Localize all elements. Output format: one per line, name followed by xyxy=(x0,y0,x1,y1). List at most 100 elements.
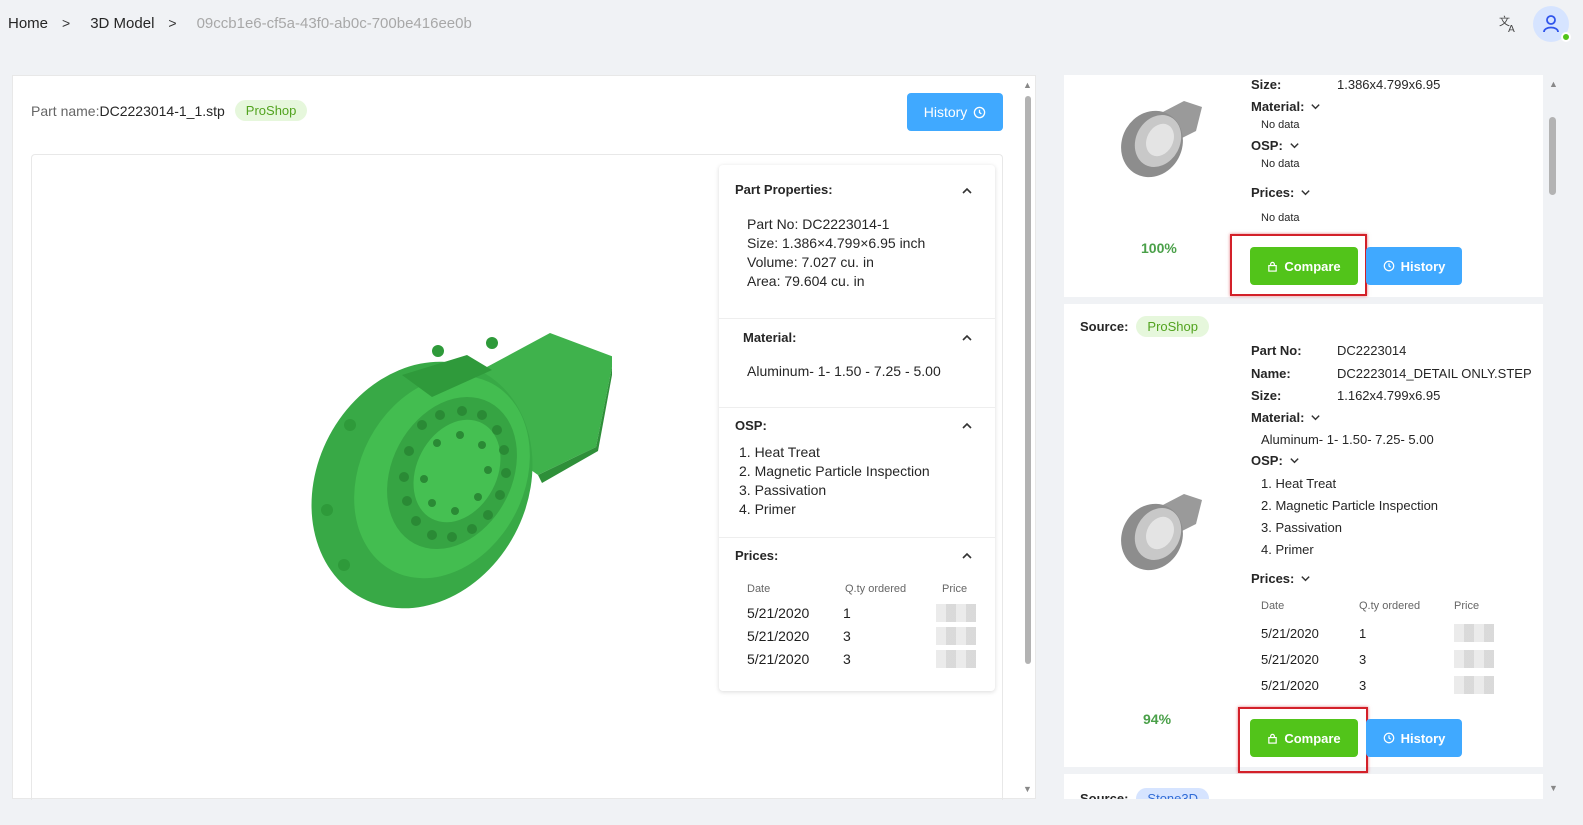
table-row: 5/21/2020 3 xyxy=(747,627,987,645)
chevron-down-icon[interactable] xyxy=(1310,412,1321,423)
3d-model-render[interactable] xyxy=(292,315,612,615)
price-table-header: Date Q.ty ordered Price xyxy=(747,583,987,595)
osp-title: OSP: xyxy=(735,418,767,433)
history-label: History xyxy=(1400,730,1446,746)
scroll-up-icon[interactable]: ▲ xyxy=(1023,80,1032,90)
chevron-down-icon[interactable] xyxy=(1300,187,1311,198)
table-row: 5/21/2020 1 xyxy=(1261,624,1501,642)
history-icon xyxy=(1383,732,1394,744)
scroll-down-icon[interactable]: ▼ xyxy=(1549,783,1558,793)
compare-button[interactable]: Compare xyxy=(1250,719,1358,757)
match-percent: 94% xyxy=(1143,711,1172,727)
model-panel: Part name: DC2223014-1_1.stp ProShop His… xyxy=(12,75,1036,800)
scroll-up-icon[interactable]: ▲ xyxy=(1549,79,1558,89)
breadcrumb-home[interactable]: Home xyxy=(8,15,48,32)
material-label: Material: xyxy=(1251,410,1305,425)
price-qty: 3 xyxy=(843,628,851,644)
chevron-up-icon[interactable] xyxy=(961,420,973,432)
part-no: Part No: DC2223014-1 xyxy=(747,216,890,232)
results-panel: Size: 1.386x4.799x6.95 Material: No data… xyxy=(1064,75,1543,799)
history-button[interactable]: History xyxy=(907,93,1003,131)
osp-item: 1. Heat Treat xyxy=(739,444,820,460)
history-button[interactable]: History xyxy=(1366,719,1462,757)
table-row: 5/21/2020 3 xyxy=(747,650,987,668)
material-title: Material: xyxy=(743,330,797,345)
compare-label: Compare xyxy=(1284,258,1341,274)
osp-row[interactable]: OSP: xyxy=(1251,453,1337,468)
part-properties-body: Part No: DC2223014-1 Size: 1.386×4.799×6… xyxy=(747,215,925,291)
col-date: Date xyxy=(1261,600,1285,612)
scroll-thumb[interactable] xyxy=(1025,96,1031,664)
chevron-down-icon[interactable] xyxy=(1300,573,1311,584)
price-table: Date Q.ty ordered Price 5/21/2020 1 5/21… xyxy=(747,583,987,668)
chevron-up-icon[interactable] xyxy=(961,185,973,197)
compare-button[interactable]: Compare xyxy=(1250,247,1358,285)
compare-label: Compare xyxy=(1284,730,1341,746)
price-qty: 3 xyxy=(1359,651,1367,667)
chevron-up-icon[interactable] xyxy=(961,550,973,562)
table-row: 5/21/2020 3 xyxy=(1261,650,1501,668)
user-icon xyxy=(1543,15,1559,33)
result-card: Size: 1.386x4.799x6.95 Material: No data… xyxy=(1064,75,1543,297)
avatar[interactable] xyxy=(1533,6,1571,42)
part-thumbnail[interactable] xyxy=(1114,89,1204,179)
table-row: 5/21/2020 3 xyxy=(1261,676,1501,694)
price-date: 5/21/2020 xyxy=(1261,625,1319,641)
3d-viewer[interactable]: Part Properties: Part No: DC2223014-1 Si… xyxy=(31,154,1003,800)
scroll-down-icon[interactable]: ▼ xyxy=(1023,784,1032,794)
price-hidden xyxy=(1454,676,1494,694)
col-qty: Q.ty ordered xyxy=(1359,600,1421,612)
size-label: Size: xyxy=(1251,388,1282,403)
material-row[interactable]: Material: xyxy=(1251,99,1337,114)
chevron-right-icon: > xyxy=(62,15,71,31)
material-label: Material: xyxy=(1251,99,1305,114)
prices-row[interactable]: Prices: xyxy=(1251,571,1337,586)
osp-item: 2. Magnetic Particle Inspection xyxy=(1261,498,1439,513)
part-name-label: Part name: xyxy=(31,102,100,119)
size-row: Size: 1.162x4.799x6.95 xyxy=(1251,388,1440,403)
prices-label: Prices: xyxy=(1251,185,1295,200)
top-icons: 文A xyxy=(1497,6,1571,42)
col-date: Date xyxy=(747,583,771,595)
history-button[interactable]: History xyxy=(1366,247,1462,285)
osp-item: 4. Primer xyxy=(1261,542,1314,557)
chevron-up-icon[interactable] xyxy=(961,332,973,344)
chevron-down-icon[interactable] xyxy=(1289,140,1300,151)
price-date: 5/21/2020 xyxy=(747,628,810,644)
part-properties-panel: Part Properties: Part No: DC2223014-1 Si… xyxy=(719,165,995,691)
table-row: 5/21/2020 1 xyxy=(747,604,987,622)
scroll-thumb[interactable] xyxy=(1549,117,1556,195)
size-row: Size: 1.386x4.799x6.95 xyxy=(1251,77,1440,92)
prices-row[interactable]: Prices: xyxy=(1251,185,1337,200)
col-price: Price xyxy=(942,583,968,595)
price-hidden xyxy=(936,650,976,668)
source-label: Source: xyxy=(1080,791,1129,799)
col-price: Price xyxy=(1454,600,1480,612)
price-hidden xyxy=(936,627,976,645)
translate-icon[interactable]: 文A xyxy=(1497,13,1519,35)
chevron-down-icon[interactable] xyxy=(1289,455,1300,466)
material-row[interactable]: Material: xyxy=(1251,410,1337,425)
material-value: No data xyxy=(1261,119,1300,131)
breadcrumb-3d-model[interactable]: 3D Model xyxy=(90,15,154,32)
left-scrollbar[interactable]: ▲ ▼ xyxy=(1022,80,1034,798)
price-table: Date Q.ty ordered Price 5/21/2020 1 5/21… xyxy=(1261,600,1501,694)
material-value: Aluminum- 1- 1.50- 7.25- 5.00 xyxy=(1261,432,1434,447)
osp-item: 3. Passivation xyxy=(1261,520,1342,535)
svg-text:A: A xyxy=(1508,24,1515,33)
price-qty: 3 xyxy=(1359,677,1367,693)
chevron-down-icon[interactable] xyxy=(1310,101,1321,112)
osp-row[interactable]: OSP: xyxy=(1251,138,1337,153)
osp-label: OSP: xyxy=(1251,138,1283,153)
osp-item: 1. Heat Treat xyxy=(1261,476,1337,491)
osp-item: 4. Primer xyxy=(739,501,796,517)
history-icon xyxy=(1383,260,1394,272)
part-thumbnail[interactable] xyxy=(1114,482,1204,572)
result-card: Source: ProShop Part No: DC2223014 Name:… xyxy=(1064,304,1543,773)
breadcrumb: Home > 3D Model > 09ccb1e6-cf5a-43f0-ab0… xyxy=(0,15,472,32)
source-row: Source: Stone3D xyxy=(1080,788,1209,799)
right-scrollbar[interactable]: ▲ ▼ xyxy=(1546,75,1560,799)
osp-section: OSP: 1. Heat Treat 2. Magnetic Particle … xyxy=(719,408,995,538)
name-value: DC2223014_DETAIL ONLY.STEP xyxy=(1337,366,1532,381)
price-hidden xyxy=(1454,624,1494,642)
